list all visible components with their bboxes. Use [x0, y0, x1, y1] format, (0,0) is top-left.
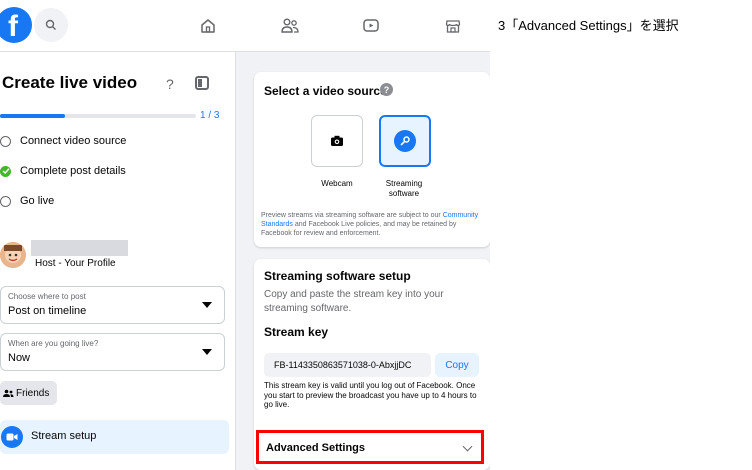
stream-key-field[interactable]: FB-1143350863571038-0-AbxjjDC [264, 353, 431, 377]
streaming-policy-notice: Preview streams via streaming software a… [261, 211, 485, 238]
select-value: Post on timeline [8, 305, 87, 317]
friends-small-icon [3, 389, 14, 397]
video-source-card: Select a video source ? Webcam Streaming… [254, 72, 490, 247]
caret-down-icon [202, 302, 212, 308]
step-go-live: Go live [0, 192, 54, 210]
stream-key-label: Stream key [264, 325, 329, 339]
avatar [0, 242, 26, 268]
check-icon [0, 165, 11, 177]
step-label: Go live [20, 195, 55, 207]
caret-down-icon [202, 349, 212, 355]
sidebar-item-stream-setup[interactable]: Stream setup [0, 420, 229, 454]
source-option-streaming-software[interactable] [379, 115, 431, 167]
sidebar-toggle-icon[interactable] [195, 76, 209, 90]
host-name-redacted [31, 240, 128, 256]
select-label: Choose where to post [8, 292, 86, 301]
progress-bar [0, 114, 196, 118]
friends-icon[interactable] [278, 14, 302, 38]
stream-key-note: This stream key is valid until you log o… [264, 381, 477, 409]
home-icon[interactable] [196, 14, 220, 38]
facebook-logo[interactable]: f [0, 7, 32, 43]
step-label: Complete post details [20, 165, 126, 177]
search-icon [45, 19, 56, 30]
advanced-settings-expander[interactable]: Advanced Settings [256, 430, 484, 464]
audience-button[interactable]: Friends [0, 381, 57, 405]
page-title: Create live video [2, 73, 138, 92]
step-pending-icon [0, 135, 11, 147]
source-option-label: Webcam [321, 179, 353, 188]
source-option-webcam[interactable] [311, 115, 363, 167]
go-live-time-select[interactable]: When are you going live? Now [0, 333, 225, 371]
instruction-caption: 3「Advanced Settings」を選択 [498, 18, 679, 33]
streaming-key-icon [394, 130, 416, 152]
copy-button[interactable]: Copy [435, 353, 479, 377]
source-option-label: Streaming software [385, 179, 423, 198]
host-label: Host - Your Profile [35, 258, 116, 269]
help-icon[interactable]: ? [166, 76, 174, 92]
step-connect-video-source: Connect video source [0, 132, 126, 150]
step-counter: 1 / 3 [200, 110, 220, 121]
chevron-down-icon [462, 441, 473, 452]
top-navigation-bar: f [0, 0, 490, 52]
search-button[interactable] [34, 8, 68, 42]
watch-icon[interactable] [359, 14, 383, 38]
camera-icon [331, 135, 343, 146]
post-location-select[interactable]: Choose where to post Post on timeline [0, 286, 225, 324]
notice-text: Preview streams via streaming software a… [261, 212, 443, 219]
step-complete-post-details: Complete post details [0, 162, 126, 180]
progress-fill [0, 114, 65, 118]
card-heading: Streaming software setup [264, 269, 411, 283]
help-icon[interactable]: ? [380, 83, 393, 96]
marketplace-icon[interactable] [441, 14, 465, 38]
setup-description: Copy and paste the stream key into your … [264, 289, 444, 314]
video-camera-icon [1, 426, 23, 448]
create-live-sidebar: Create live video ? 1 / 3 Connect video … [0, 52, 236, 470]
audience-label: Friends [16, 387, 50, 399]
step-pending-icon [0, 195, 11, 207]
sidebar-item-label: Stream setup [31, 430, 97, 442]
card-heading: Select a video source [264, 84, 387, 98]
facebook-live-screenshot: f Create live video ? 1 / 3 Connect vide… [0, 0, 490, 470]
step-label: Connect video source [20, 135, 127, 147]
streaming-setup-card: Streaming software setup Copy and paste … [254, 259, 490, 470]
advanced-settings-label: Advanced Settings [266, 442, 366, 454]
facebook-logo-letter: f [8, 10, 18, 43]
select-label: When are you going live? [8, 339, 99, 348]
select-value: Now [8, 352, 31, 364]
